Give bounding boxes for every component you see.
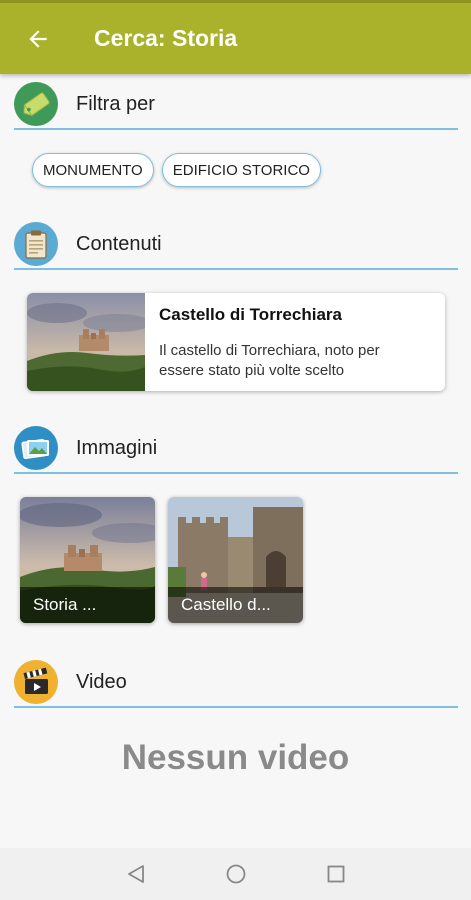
back-triangle-icon [127, 865, 144, 883]
content-card-title: Castello di Torrechiara [159, 305, 342, 324]
chip-edificio-storico[interactable]: EDIFICIO STORICO [161, 153, 321, 187]
photos-icon [14, 426, 58, 470]
video-section-header: Video [14, 658, 458, 708]
nav-back-button[interactable] [86, 848, 186, 900]
clipboard-icon [14, 222, 58, 266]
recents-square-icon [327, 865, 344, 883]
content-card[interactable]: Castello di Torrechiara Il castello di T… [27, 293, 445, 391]
filter-section-header: Filtra per [14, 80, 458, 130]
chip-monumento[interactable]: MONUMENTO [32, 153, 154, 187]
page-title: Cerca: Storia [94, 25, 238, 51]
castle-thumbnail-image [27, 293, 145, 391]
video-section-title: Video [76, 670, 127, 693]
nav-home-button[interactable] [186, 848, 286, 900]
back-button[interactable] [18, 19, 58, 59]
image-tile[interactable]: Castello d... [168, 497, 303, 623]
tag-icon [14, 82, 58, 126]
clapperboard-icon [14, 660, 58, 704]
nav-recents-button[interactable] [286, 848, 386, 900]
system-nav-bar [0, 848, 471, 900]
empty-video-message: Nessun video [121, 738, 350, 777]
contents-section-title: Contenuti [76, 232, 162, 255]
arrow-back-icon [29, 29, 47, 48]
filter-section-title: Filtra per [76, 92, 155, 115]
image-tile[interactable]: Storia ... [20, 497, 155, 623]
content-card-description: Il castello di Torrechiara, noto per ess… [159, 342, 380, 379]
image-tile-label: Storia ... [20, 587, 155, 623]
screen: Cerca: Storia Filtra per MONUMENTO EDIFI… [0, 0, 471, 900]
images-section-title: Immagini [76, 436, 158, 459]
contents-section-header: Contenuti [14, 220, 458, 270]
app-bar: Cerca: Storia [0, 0, 471, 74]
image-tile-label: Castello d... [168, 587, 303, 623]
filter-chips: MONUMENTO EDIFICIO STORICO [32, 153, 321, 187]
images-section-header: Immagini [14, 424, 458, 474]
home-circle-icon [226, 864, 245, 884]
